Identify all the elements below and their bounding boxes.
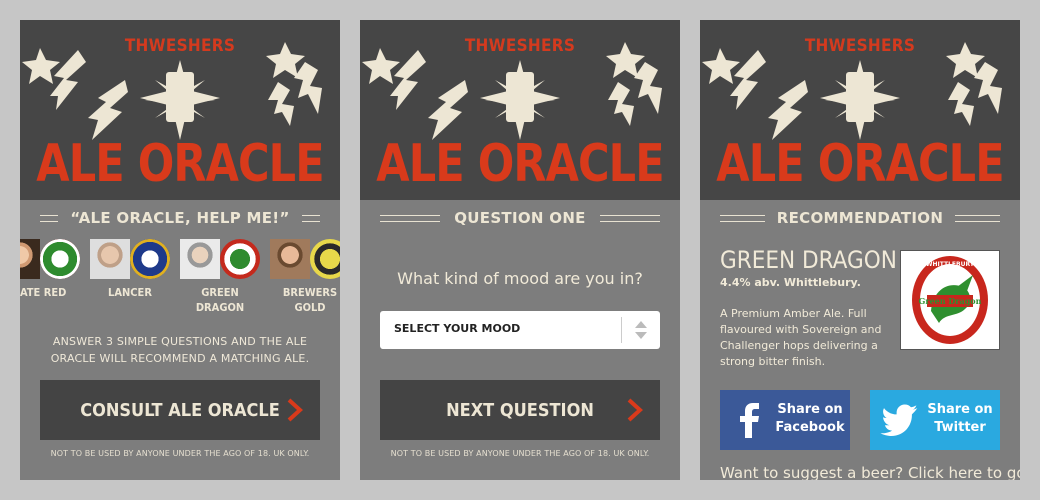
- beer-card-label: LANCER: [108, 286, 152, 299]
- green-dragon-logo-icon: Green Dragon WHITTLEBURY: [912, 256, 988, 344]
- beer-description: A Premium Amber Ale. Full flavoured with…: [720, 307, 882, 368]
- hero-banner: THWESHERS ALE ORACLE: [700, 20, 1020, 200]
- app-title: ALE ORACLE: [36, 134, 324, 194]
- beer-card-lancer[interactable]: LANCER: [90, 239, 170, 319]
- beer-thumbnail: [270, 239, 340, 279]
- heading-text: QUESTION ONE: [442, 206, 598, 230]
- age-disclaimer: NOT TO BE USED BY ANYONE UNDER THE AGO O…: [50, 449, 310, 458]
- brand-name: THWESHERS: [124, 36, 236, 56]
- share-twitter-line1: Share on: [927, 402, 993, 417]
- select-divider: [621, 317, 622, 343]
- screen-question: THWESHERS ALE ORACLE QUESTION ONE What k…: [360, 20, 680, 480]
- mood-select-value: SELECT YOUR MOOD: [394, 322, 521, 335]
- beer-card-label: GREEN DRAGON: [195, 286, 245, 314]
- beer-badge-icon: [220, 239, 260, 279]
- button-label: NEXT QUESTION: [446, 399, 594, 421]
- heading-text: RECOMMENDATION: [764, 206, 956, 230]
- button-label: CONSULT ALE ORACLE: [80, 399, 280, 421]
- heading-rule-left: [380, 215, 440, 222]
- brewer-photo: [180, 239, 220, 279]
- screen-home: THWESHERS ALE ORACLE “ALE ORACLE, HELP M…: [20, 20, 340, 480]
- brewer-photo: [270, 239, 310, 279]
- section-heading: “ALE ORACLE, HELP ME!”: [20, 206, 340, 230]
- screen-recommendation: THWESHERS ALE ORACLE RECOMMENDATION GREE…: [700, 20, 1020, 480]
- beer-name: GREEN DRAGON: [720, 246, 897, 274]
- beer-logo: Green Dragon WHITTLEBURY: [900, 250, 1000, 350]
- question-text: What kind of mood are you in?: [397, 269, 643, 288]
- beer-badge-icon: [130, 239, 170, 279]
- beer-badge-icon: [40, 239, 80, 279]
- share-twitter-line2: Twitter: [934, 420, 986, 435]
- beer-badge-icon: [310, 239, 340, 279]
- share-facebook-line2: Facebook: [775, 420, 845, 435]
- heading-rule-right: [600, 215, 660, 222]
- beer-abv: 4.4% abv. Whittlebury.: [720, 276, 861, 289]
- share-twitter-button[interactable]: Share on Twitter: [870, 390, 1000, 450]
- mood-select[interactable]: SELECT YOUR MOOD: [380, 311, 660, 349]
- beer-card-label: BREWERS GOLD: [282, 286, 338, 314]
- svg-text:WHITTLEBURY: WHITTLEBURY: [926, 261, 975, 268]
- brewer-photo: [90, 239, 130, 279]
- brewer-photo: [20, 239, 40, 279]
- hero-banner: THWESHERS ALE ORACLE: [360, 20, 680, 200]
- hero-banner: THWESHERS ALE ORACLE: [20, 20, 340, 200]
- share-facebook-button[interactable]: Share on Facebook: [720, 390, 850, 450]
- section-heading: RECOMMENDATION: [700, 206, 1020, 230]
- chevron-right-icon: [627, 398, 643, 422]
- next-question-button[interactable]: NEXT QUESTION: [380, 380, 660, 440]
- twitter-bird-icon: [880, 404, 918, 436]
- beer-card-label: LATE RED: [20, 286, 67, 299]
- app-title: ALE ORACLE: [716, 134, 1004, 194]
- select-arrows-icon: [635, 321, 647, 339]
- heading-text: “ALE ORACLE, HELP ME!”: [58, 206, 302, 230]
- svg-text:Green Dragon: Green Dragon: [919, 296, 982, 306]
- suggest-beer-link[interactable]: Want to suggest a beer? Click here to go: [720, 464, 1020, 480]
- beer-card-green-dragon[interactable]: GREEN DRAGON: [180, 239, 260, 319]
- brand-name: THWESHERS: [464, 36, 576, 56]
- intro-text: ANSWER 3 SIMPLE QUESTIONS AND THE ALE OR…: [50, 335, 310, 365]
- chevron-right-icon: [287, 398, 303, 422]
- facebook-icon: [740, 403, 759, 438]
- consult-oracle-button[interactable]: CONSULT ALE ORACLE: [40, 380, 320, 440]
- beer-card-late-red[interactable]: LATE RED: [20, 239, 80, 319]
- beer-thumbnail: [90, 239, 170, 279]
- beer-thumbnail: [180, 239, 260, 279]
- section-heading: QUESTION ONE: [360, 206, 680, 230]
- age-disclaimer: NOT TO BE USED BY ANYONE UNDER THE AGO O…: [390, 449, 650, 458]
- beer-thumbnail: [20, 239, 80, 279]
- beer-carousel[interactable]: LATE RED LANCER GREEN DRAGON: [20, 239, 340, 319]
- brand-name: THWESHERS: [804, 36, 916, 56]
- share-facebook-line1: Share on: [777, 402, 843, 417]
- beer-card-brewers-gold[interactable]: BREWERS GOLD: [270, 239, 340, 319]
- app-title: ALE ORACLE: [376, 134, 664, 194]
